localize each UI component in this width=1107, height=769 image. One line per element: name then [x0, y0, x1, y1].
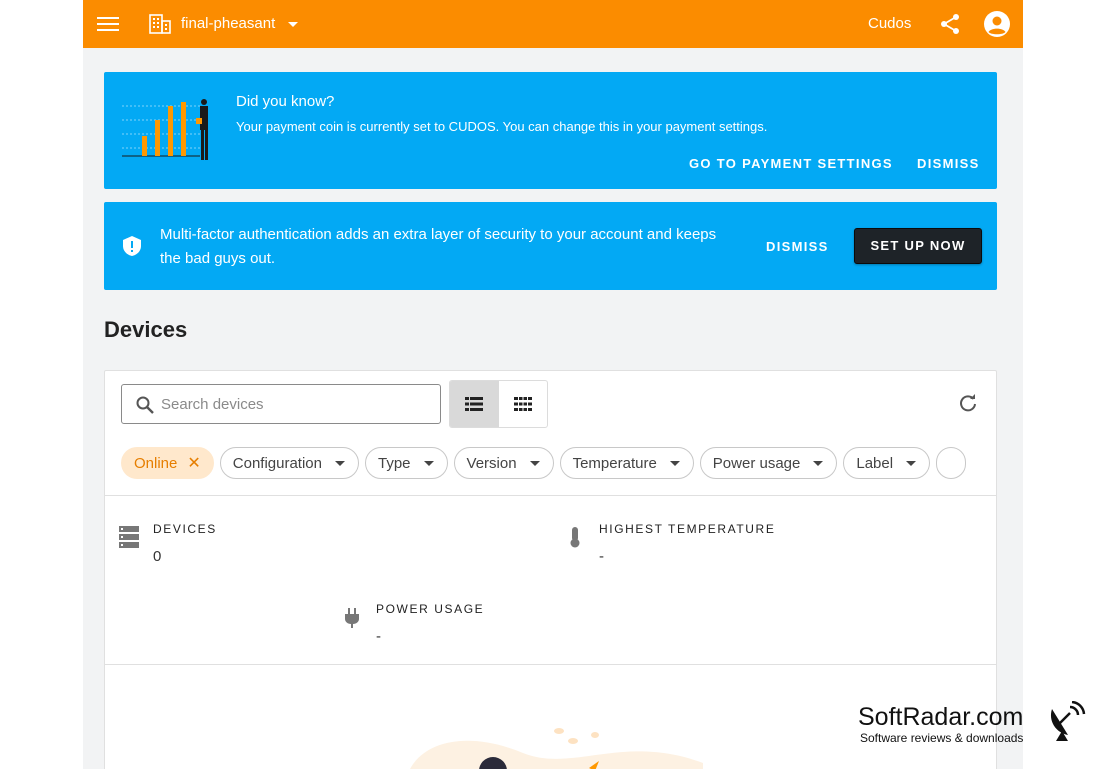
satellite-dish-icon: [1050, 701, 1086, 741]
stat-value: -: [376, 628, 381, 645]
filter-chip-label: Type: [378, 454, 411, 472]
empty-state-illustration: [410, 728, 703, 769]
caret-down-icon: [335, 461, 345, 466]
tip-message: Your payment coin is currently set to CU…: [236, 119, 768, 134]
stat-label: POWER USAGE: [376, 602, 485, 616]
watermark-subtitle: Software reviews & downloads: [860, 731, 1024, 745]
top-app-bar: final-pheasant Cudos: [83, 0, 1023, 48]
caret-down-icon[interactable]: [286, 15, 300, 33]
payment-coin-label[interactable]: Cudos: [868, 15, 911, 32]
softradar-watermark: SoftRadar.com Software reviews & downloa…: [858, 701, 1098, 747]
tip-dismiss-button[interactable]: DISMISS: [917, 156, 980, 171]
filter-chip-label: Configuration: [232, 454, 322, 472]
stat-devices: DEVICES 0: [119, 522, 419, 572]
filter-chip-label: Temperature: [572, 454, 657, 472]
mfa-banner: Multi-factor authentication adds an extr…: [104, 202, 997, 290]
filter-chip-label: Online: [134, 454, 178, 472]
building-icon: [149, 14, 171, 34]
page-title: Devices: [104, 317, 188, 342]
filter-chip-more[interactable]: [936, 447, 967, 479]
app-window: final-pheasant Cudos Did you know? Your …: [83, 0, 1023, 769]
view-toggle: [449, 380, 548, 428]
divider: [105, 664, 996, 665]
grid-view-button[interactable]: [499, 381, 548, 427]
mfa-message: Multi-factor authentication adds an extr…: [160, 226, 717, 267]
go-to-payment-settings-button[interactable]: GO TO PAYMENT SETTINGS: [689, 156, 893, 171]
list-view-button[interactable]: [450, 381, 499, 427]
filter-chip-online[interactable]: Online ✕: [121, 447, 214, 479]
caret-down-icon: [813, 461, 824, 466]
search-icon: [136, 396, 154, 414]
power-plug-icon: [345, 608, 359, 628]
search-field[interactable]: [121, 384, 441, 424]
caret-down-icon: [423, 461, 434, 466]
filter-chip-label: Power usage: [712, 454, 801, 472]
filter-chip-label: Version: [466, 454, 517, 472]
filter-chip-type[interactable]: Type: [365, 447, 448, 479]
thermometer-icon: [570, 527, 580, 548]
search-input[interactable]: [161, 395, 421, 413]
filter-chip-version[interactable]: Version: [453, 447, 554, 479]
stat-highest-temperature: HIGHEST TEMPERATURE -: [565, 522, 865, 572]
caret-down-icon: [669, 461, 680, 466]
account-circle-icon[interactable]: [983, 10, 1011, 38]
filter-chips: Online ✕ Configuration Type Version Temperatu…: [121, 447, 981, 481]
tip-title: Did you know?: [236, 93, 335, 110]
grid-view-icon: [513, 397, 532, 411]
caret-down-icon: [529, 461, 540, 466]
refresh-icon[interactable]: [958, 393, 978, 413]
organization-name[interactable]: final-pheasant: [181, 15, 275, 32]
filter-chip-power-usage[interactable]: Power usage: [699, 447, 838, 479]
filter-chip-temperature[interactable]: Temperature: [559, 447, 694, 479]
payment-tip-banner: Did you know? Your payment coin is curre…: [104, 72, 997, 189]
set-up-now-button[interactable]: SET UP NOW: [854, 228, 982, 264]
shield-alert-icon: [123, 236, 141, 256]
stat-label: DEVICES: [153, 522, 217, 536]
stat-label: HIGHEST TEMPERATURE: [599, 522, 776, 536]
close-icon[interactable]: ✕: [187, 453, 200, 473]
filter-chip-label[interactable]: Label: [843, 447, 931, 479]
stat-power-usage: POWER USAGE -: [342, 602, 642, 652]
watermark-title: SoftRadar.com: [858, 703, 1024, 731]
stat-value: 0: [153, 548, 162, 565]
filter-chip-label: Label: [856, 454, 894, 472]
server-icon: [119, 526, 139, 548]
share-icon[interactable]: [939, 13, 961, 35]
mfa-dismiss-button[interactable]: DISMISS: [766, 239, 829, 254]
caret-down-icon: [906, 461, 917, 466]
divider: [105, 495, 996, 496]
stat-value: -: [599, 548, 604, 565]
menu-icon[interactable]: [97, 14, 119, 34]
chart-person-illustration: [122, 99, 208, 160]
filter-chip-configuration[interactable]: Configuration: [219, 447, 359, 479]
list-view-icon: [465, 397, 484, 411]
